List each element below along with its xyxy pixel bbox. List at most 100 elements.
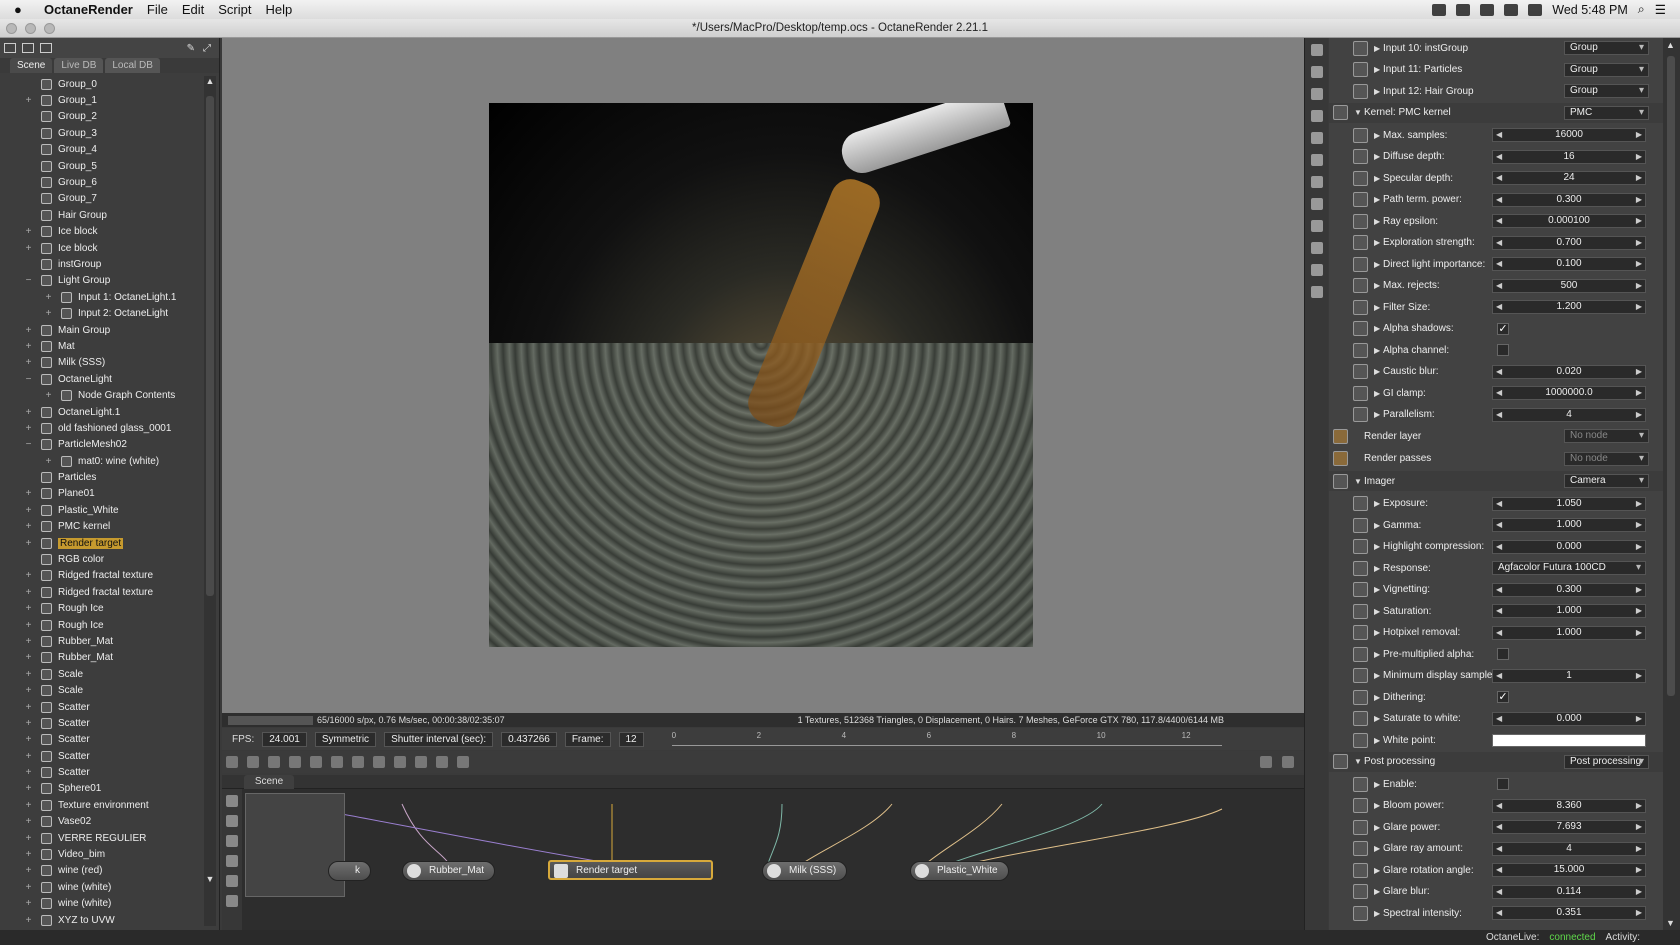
tree-item[interactable]: + old fashioned glass_0001 <box>0 420 204 436</box>
param-slider[interactable]: ◀ 0.020 ▶ <box>1492 364 1646 379</box>
expand-icon[interactable]: ▶ <box>1374 367 1380 376</box>
param-slider[interactable]: ◀ 1 ▶ <box>1492 668 1646 683</box>
tree-item[interactable]: + Ridged fractal texture <box>0 584 204 600</box>
graph-node[interactable]: Plastic_White <box>910 861 1009 881</box>
render-image[interactable] <box>489 103 1033 647</box>
clock[interactable]: Wed 5:48 PM <box>1552 3 1628 17</box>
param-slider[interactable]: ◀ 0.000 ▶ <box>1492 539 1646 554</box>
expand-icon[interactable]: ▶ <box>1374 389 1380 398</box>
tree-item[interactable]: + Scale <box>0 666 204 682</box>
param-slider[interactable]: ◀ 0.114 ▶ <box>1492 884 1646 899</box>
expand-icon[interactable]: ▶ <box>1374 823 1380 832</box>
expand-icon[interactable]: ▶ <box>1374 887 1380 896</box>
inspector-tool-icon[interactable] <box>1310 198 1323 210</box>
inspector-tool-icon[interactable] <box>1310 286 1323 298</box>
param-slider[interactable]: ◀ 0.300 ▶ <box>1492 582 1646 597</box>
spotlight-icon[interactable]: ⌕ <box>1638 2 1645 17</box>
scroll-up-icon[interactable]: ▲ <box>1666 40 1675 50</box>
expand-icon[interactable]: ▶ <box>1374 410 1380 419</box>
tree-item[interactable]: + Plane01 <box>0 486 204 502</box>
expand-toggle-icon[interactable]: + <box>24 702 33 712</box>
fps-field[interactable]: 24.001 <box>262 731 307 747</box>
expand-icon[interactable]: ▶ <box>1374 44 1380 53</box>
tree-item[interactable]: + wine (red) <box>0 863 204 879</box>
param-slider[interactable]: ◀ 15.000 ▶ <box>1492 863 1646 877</box>
inspector-tool-icon[interactable] <box>1310 66 1323 78</box>
expand-toggle-icon[interactable]: + <box>24 227 33 237</box>
tree-item[interactable]: + Rough Ice <box>0 601 204 617</box>
param-slider[interactable]: ◀ 0.000100 ▶ <box>1492 214 1646 228</box>
bluetooth-icon[interactable] <box>1504 3 1519 16</box>
tree-item[interactable]: + wine (white) <box>0 896 204 912</box>
inspector-tool-icon[interactable] <box>1310 88 1323 100</box>
inspector-tool-icon[interactable] <box>1310 264 1323 276</box>
param-checkbox[interactable] <box>1497 648 1509 660</box>
expand-icon[interactable]: ▶ <box>1374 714 1380 723</box>
tab-scene-graph[interactable]: Scene <box>244 775 294 789</box>
zoom-icon[interactable] <box>436 756 448 768</box>
tab-scene[interactable]: Scene <box>10 58 53 73</box>
tree-item[interactable]: instGroup <box>0 256 204 272</box>
timeline[interactable]: 0 2 4 6 8 10 12 <box>671 731 1222 746</box>
tree-item[interactable]: Group_4 <box>0 142 204 158</box>
param-select[interactable]: Group <box>1564 84 1649 98</box>
fullscreen-icon[interactable] <box>1282 756 1294 768</box>
save-icon[interactable] <box>457 756 469 768</box>
volume-icon[interactable] <box>1528 3 1543 16</box>
pause-icon[interactable] <box>352 756 364 768</box>
wifi-icon[interactable] <box>1480 3 1495 16</box>
param-slider[interactable]: ◀ 0.100 ▶ <box>1492 257 1646 271</box>
inspector-tool-icon[interactable] <box>1310 176 1323 188</box>
tree-item[interactable]: Group_0 <box>0 76 204 92</box>
expand-toggle-icon[interactable] <box>24 129 33 138</box>
menu-help[interactable]: Help <box>265 2 292 17</box>
inspector-tool-icon[interactable] <box>1310 242 1323 254</box>
wrench-icon[interactable] <box>1260 756 1272 768</box>
scroll-up-icon[interactable]: ▲ <box>204 76 216 86</box>
expand-toggle-icon[interactable]: + <box>24 686 33 696</box>
tree-item[interactable]: Group_5 <box>0 158 204 174</box>
expand-toggle-icon[interactable]: + <box>24 423 33 433</box>
tree-item[interactable]: + PMC kernel <box>0 519 204 535</box>
expand-toggle-icon[interactable] <box>24 473 33 482</box>
expand-toggle-icon[interactable]: + <box>24 571 33 581</box>
focus-icon[interactable] <box>268 756 280 768</box>
scrollbar-thumb[interactable] <box>206 96 214 596</box>
tree-item[interactable]: Hair Group <box>0 207 204 223</box>
pin-select[interactable]: No node <box>1564 451 1649 466</box>
mode-select[interactable]: Symmetric <box>314 731 377 747</box>
expand-toggle-icon[interactable]: + <box>24 915 33 925</box>
param-slider[interactable]: ◀ 1.000 ▶ <box>1492 604 1646 618</box>
tree-item[interactable]: − Light Group <box>0 273 204 289</box>
expand-toggle-icon[interactable]: + <box>24 718 33 728</box>
tab-local-db[interactable]: Local DB <box>105 58 160 73</box>
expand-icon[interactable]: ▶ <box>1374 650 1380 659</box>
section-select[interactable]: PMC <box>1564 105 1649 120</box>
expand-icon[interactable]: ▶ <box>1374 303 1380 312</box>
shutter-field[interactable]: 0.437266 <box>501 731 557 747</box>
expand-toggle-icon[interactable]: + <box>24 341 33 351</box>
expand-icon[interactable]: ▶ <box>1374 780 1380 789</box>
menu-file[interactable]: File <box>147 2 168 17</box>
expand-icon[interactable]: ⤢ <box>203 43 211 54</box>
expand-toggle-icon[interactable]: − <box>24 440 33 450</box>
param-checkbox[interactable]: ✓ <box>1497 322 1509 335</box>
expand-icon[interactable]: ▶ <box>1374 87 1380 96</box>
tree-item[interactable]: + Group_1 <box>0 92 204 108</box>
section-select[interactable]: Post processing <box>1564 754 1649 769</box>
apple-icon[interactable]: ● <box>14 2 34 17</box>
expand-toggle-icon[interactable]: + <box>44 309 53 319</box>
expand-toggle-icon[interactable]: + <box>24 882 33 892</box>
expand-icon[interactable]: ▶ <box>1374 174 1380 183</box>
expand-icon[interactable]: ▶ <box>1374 217 1380 226</box>
notification-icon[interactable]: ☰ <box>1655 2 1666 17</box>
tab-live-db[interactable]: Live DB <box>54 58 104 73</box>
expand-toggle-icon[interactable]: + <box>24 800 33 810</box>
param-slider[interactable]: ◀ 1000000.0 ▶ <box>1492 386 1646 400</box>
param-select[interactable]: Group <box>1564 41 1649 55</box>
expand-icon[interactable]: ▶ <box>1374 195 1380 204</box>
tree-item[interactable]: + Video_bim <box>0 846 204 862</box>
expand-icon[interactable]: ▶ <box>1374 152 1380 161</box>
inspector-tool-icon[interactable] <box>1310 132 1323 144</box>
expand-toggle-icon[interactable]: + <box>44 456 53 466</box>
